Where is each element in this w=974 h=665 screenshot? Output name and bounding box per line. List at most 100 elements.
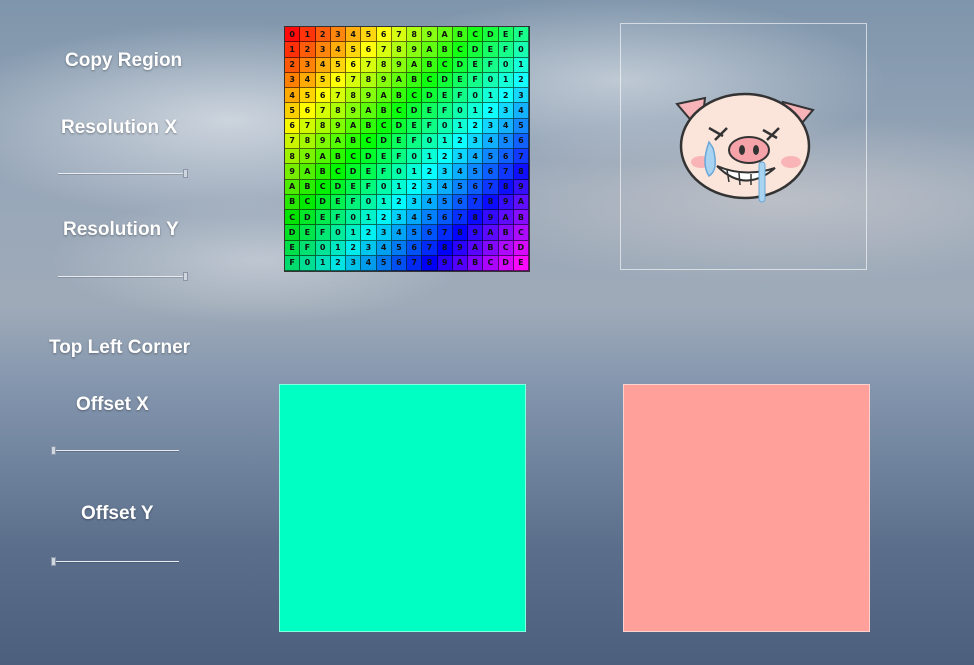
grid-cell: C [437,57,453,73]
grid-cell: 5 [407,225,423,241]
grid-cell: 3 [376,225,392,241]
grid-cell: 1 [422,149,438,165]
grid-cell: 2 [437,149,453,165]
grid-cell: 6 [315,88,331,104]
grid-cell: E [361,164,377,180]
grid-cell: F [498,42,514,58]
grid-cell: 6 [513,133,529,149]
grid-cell: 8 [407,27,423,43]
grid-cell: F [468,72,484,88]
grid-cell: 1 [513,57,529,73]
grid-cell: 8 [376,57,392,73]
crying-pig-icon [675,92,815,203]
grid-cell: A [452,255,468,271]
grid-cell: A [330,133,346,149]
grid-cell: 0 [376,179,392,195]
grid-cell: 1 [407,164,423,180]
offset-y-slider[interactable] [51,556,179,568]
grid-cell: 9 [422,27,438,43]
grid-cell: 6 [330,72,346,88]
grid-cell: E [437,88,453,104]
grid-cell: 6 [422,225,438,241]
slider-handle[interactable] [51,557,56,566]
resolution-x-slider[interactable] [58,168,188,180]
grid-cell: 0 [483,72,499,88]
grid-cell: 2 [285,57,301,73]
grid-cell: 2 [361,225,377,241]
grid-cell: F [513,27,529,43]
grid-cell: E [315,210,331,226]
slider-handle[interactable] [51,446,56,455]
grid-cell: F [285,255,301,271]
grid-cell: 8 [346,88,362,104]
resolution-y-slider[interactable] [58,271,188,283]
grid-cell: E [468,57,484,73]
grid-cell: 1 [391,179,407,195]
grid-cell: 3 [468,133,484,149]
grid-cell: 0 [437,118,453,134]
grid-cell: 4 [361,255,377,271]
grid-cell: 6 [483,164,499,180]
grid-cell: 0 [285,27,301,43]
slider-track [58,173,188,174]
grid-cell: 7 [498,164,514,180]
grid-cell: 3 [346,255,362,271]
grid-cell: 0 [300,255,316,271]
grid-cell: 9 [437,255,453,271]
grid-cell: B [437,42,453,58]
grid-cell: 0 [468,88,484,104]
grid-cell: 8 [452,225,468,241]
grid-cell: E [483,42,499,58]
grid-cell: 5 [483,149,499,165]
grid-cell: 4 [498,118,514,134]
grid-cell: 0 [346,210,362,226]
grid-cell: B [468,255,484,271]
grid-cell: E [498,27,514,43]
grid-cell: 3 [513,88,529,104]
grid-cell: F [407,133,423,149]
grid-cell: A [361,103,377,119]
grid-cell: 6 [300,103,316,119]
grid-cell: 6 [391,255,407,271]
slider-handle[interactable] [183,272,188,281]
grid-cell: 3 [361,240,377,256]
grid-cell: B [300,179,316,195]
grid-cell: 3 [452,149,468,165]
grid-cell: 0 [330,225,346,241]
grid-cell: B [285,194,301,210]
grid-cell: 8 [285,149,301,165]
grid-cell: C [330,164,346,180]
grid-cell: A [391,72,407,88]
grid-cell: 0 [422,133,438,149]
grid-cell: 2 [391,194,407,210]
grid-cell: 2 [513,72,529,88]
grid-cell: C [513,225,529,241]
grid-cell: 2 [376,210,392,226]
slider-handle[interactable] [183,169,188,178]
offset-x-slider[interactable] [51,445,179,457]
grid-cell: 3 [483,118,499,134]
grid-cell: 1 [346,225,362,241]
grid-cell: F [422,118,438,134]
grid-cell: 1 [498,72,514,88]
grid-cell: 4 [376,240,392,256]
grid-cell: 2 [300,42,316,58]
grid-cell: C [498,240,514,256]
grid-cell: C [300,194,316,210]
grid-cell: D [300,210,316,226]
grid-cell: E [376,149,392,165]
grid-cell: C [376,118,392,134]
grid-cell: D [437,72,453,88]
grid-cell: 4 [407,210,423,226]
grid-cell: A [315,149,331,165]
reference-swatch [623,384,870,632]
grid-cell: 7 [315,103,331,119]
grid-cell: 4 [452,164,468,180]
grid-cell: A [422,42,438,58]
grid-cell: 9 [407,42,423,58]
grid-cell: 1 [468,103,484,119]
grid-cell: 7 [468,194,484,210]
offset-x-label: Offset X [76,394,149,415]
grid-cell: D [376,133,392,149]
grid-cell: 5 [422,210,438,226]
